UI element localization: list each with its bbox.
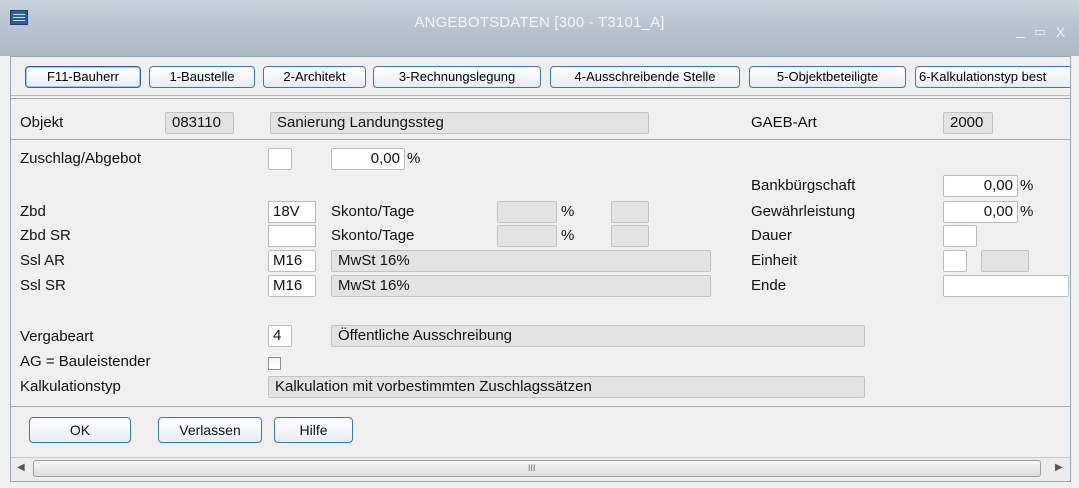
tab-baustelle[interactable]: 1-Baustelle bbox=[149, 66, 255, 88]
ssl-sr-text: MwSt 16% bbox=[331, 275, 711, 297]
grip-icon: III bbox=[528, 463, 536, 473]
gewaehrleistung-unit: % bbox=[1020, 203, 1034, 220]
gaeb-art-label: GAEB-Art bbox=[751, 114, 817, 131]
skonto-tage-sr-label: Skonto/Tage bbox=[331, 227, 415, 244]
horizontal-scrollbar[interactable]: ◀ III ▶ bbox=[11, 457, 1070, 481]
maximize-icon[interactable]: ▭ bbox=[1034, 24, 1046, 40]
zuschlag-label: Zuschlag/Abgebot bbox=[20, 150, 141, 167]
tab-ausschreibende-stelle[interactable]: 4-Ausschreibende Stelle bbox=[550, 66, 740, 88]
ag-bauleistender-checkbox[interactable] bbox=[268, 357, 281, 370]
kalkulationstyp-text: Kalkulation mit vorbestimmten Zuschlagss… bbox=[268, 376, 865, 398]
bankbuergschaft-field[interactable]: 0,00 bbox=[943, 175, 1018, 197]
ssl-sr-code-field[interactable]: M16 bbox=[268, 275, 316, 297]
zbd-sr-label: Zbd SR bbox=[20, 227, 71, 244]
zuschlag-value-field[interactable]: 0,00 bbox=[331, 148, 405, 170]
divider bbox=[11, 98, 1070, 99]
title-bar[interactable]: ANGEBOTSDATEN [300 - T3101_A] _ ▭ X bbox=[0, 0, 1079, 56]
divider bbox=[11, 139, 1070, 140]
dialog-content: F11-Bauherr 1-Baustelle 2-Architekt 3-Re… bbox=[10, 56, 1071, 482]
hilfe-button[interactable]: Hilfe bbox=[274, 417, 353, 443]
close-icon[interactable]: X bbox=[1056, 24, 1065, 40]
skonto-days-field bbox=[611, 201, 649, 223]
window-title: ANGEBOTSDATEN [300 - T3101_A] bbox=[414, 14, 665, 31]
gewaehrleistung-label: Gewährleistung bbox=[751, 203, 856, 220]
skonto-percent-field bbox=[497, 201, 557, 223]
minimize-icon[interactable]: _ bbox=[1016, 22, 1025, 40]
ssl-ar-label: Ssl AR bbox=[20, 252, 66, 269]
dauer-field[interactable] bbox=[943, 225, 977, 247]
gewaehrleistung-field[interactable]: 0,00 bbox=[943, 201, 1018, 223]
ag-bauleistender-label: AG = Bauleistender bbox=[20, 353, 151, 370]
einheit-label: Einheit bbox=[751, 252, 797, 269]
divider bbox=[11, 406, 1070, 407]
skonto-sr-percent-field bbox=[497, 225, 557, 247]
dauer-label: Dauer bbox=[751, 227, 792, 244]
vergabeart-label: Vergabeart bbox=[20, 328, 94, 345]
ssl-ar-text: MwSt 16% bbox=[331, 250, 711, 272]
gaeb-art-value: 2000 bbox=[943, 112, 993, 134]
ok-button[interactable]: OK bbox=[29, 417, 131, 443]
vergabeart-text: Öffentliche Ausschreibung bbox=[331, 325, 865, 347]
verlassen-button[interactable]: Verlassen bbox=[158, 417, 262, 443]
einheit-field[interactable] bbox=[943, 250, 967, 272]
skonto-sr-percent-unit: % bbox=[561, 227, 575, 244]
zuschlag-code-field[interactable] bbox=[268, 148, 292, 170]
skonto-tage-label: Skonto/Tage bbox=[331, 203, 415, 220]
dialog-window: ANGEBOTSDATEN [300 - T3101_A] _ ▭ X F11-… bbox=[0, 0, 1079, 488]
objekt-label: Objekt bbox=[20, 114, 64, 131]
skonto-sr-days-field bbox=[611, 225, 649, 247]
ende-label: Ende bbox=[751, 277, 787, 294]
tab-architekt[interactable]: 2-Architekt bbox=[263, 66, 366, 88]
vergabeart-code-field[interactable]: 4 bbox=[268, 325, 292, 347]
ssl-ar-code-field[interactable]: M16 bbox=[268, 250, 316, 272]
bankbuergschaft-label: Bankbürgschaft bbox=[751, 177, 856, 194]
bankbuergschaft-unit: % bbox=[1020, 177, 1034, 194]
tab-kalkulationstyp[interactable]: 6-Kalkulationstyp best bbox=[915, 66, 1070, 88]
ende-field[interactable] bbox=[943, 275, 1069, 297]
skonto-percent-unit: % bbox=[561, 203, 575, 220]
scroll-left-icon[interactable]: ◀ bbox=[17, 462, 25, 473]
zbd-label: Zbd bbox=[20, 203, 46, 220]
einheit-text bbox=[981, 250, 1029, 272]
zuschlag-unit: % bbox=[407, 150, 421, 167]
scrollbar-thumb[interactable]: III bbox=[33, 460, 1041, 477]
objekt-number: 083110 bbox=[165, 112, 234, 134]
scroll-right-icon[interactable]: ▶ bbox=[1055, 462, 1063, 473]
tab-rechnungslegung[interactable]: 3-Rechnungslegung bbox=[373, 66, 541, 88]
zbd-field[interactable]: 18V bbox=[268, 201, 316, 223]
ssl-sr-label: Ssl SR bbox=[20, 277, 66, 294]
zbd-sr-field[interactable] bbox=[268, 225, 316, 247]
tab-bauherr[interactable]: F11-Bauherr bbox=[25, 66, 141, 88]
tab-objektbeteiligte[interactable]: 5-Objektbeteiligte bbox=[749, 66, 906, 88]
objekt-name: Sanierung Landungssteg bbox=[270, 112, 649, 134]
tab-bar: F11-Bauherr 1-Baustelle 2-Architekt 3-Re… bbox=[11, 57, 1070, 96]
kalkulationstyp-label: Kalkulationstyp bbox=[20, 378, 121, 395]
